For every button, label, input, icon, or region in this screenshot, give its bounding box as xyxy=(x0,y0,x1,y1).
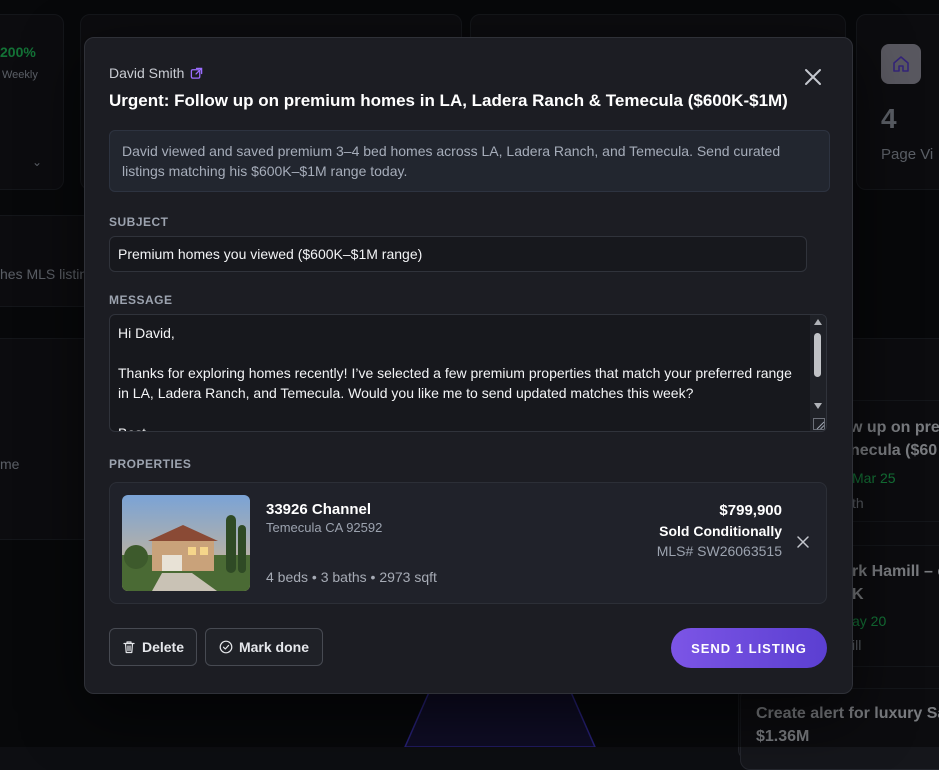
contact-name[interactable]: David Smith xyxy=(109,65,184,81)
trash-icon xyxy=(123,641,135,654)
external-link-icon[interactable] xyxy=(190,67,203,80)
property-mls: MLS# SW26063515 xyxy=(656,543,782,559)
message-scrollbar[interactable] xyxy=(810,315,826,431)
property-status: Sold Conditionally xyxy=(659,523,782,539)
scroll-down-arrow-icon[interactable] xyxy=(814,403,822,409)
property-specs: 4 beds • 3 baths • 2973 sqft xyxy=(266,569,437,585)
close-icon[interactable] xyxy=(801,65,825,89)
property-details: $799,900 Sold Conditionally MLS# SW26063… xyxy=(657,501,782,561)
mark-done-button[interactable]: Mark done xyxy=(205,628,323,666)
send-listing-button[interactable]: SEND 1 LISTING xyxy=(671,628,827,668)
property-city: Temecula CA 92592 xyxy=(266,520,383,535)
send-listing-label: SEND 1 LISTING xyxy=(691,640,807,656)
subject-value: Premium homes you viewed ($600K–$1M rang… xyxy=(118,246,423,262)
message-label: MESSAGE xyxy=(109,293,173,307)
scroll-up-arrow-icon[interactable] xyxy=(814,319,822,325)
contact-row: David Smith xyxy=(109,65,203,81)
subject-input[interactable]: Premium homes you viewed ($600K–$1M rang… xyxy=(109,236,807,272)
delete-button[interactable]: Delete xyxy=(109,628,197,666)
scroll-thumb[interactable] xyxy=(814,333,821,377)
resize-handle-icon[interactable] xyxy=(813,418,825,430)
message-value: Hi David, Thanks for exploring homes rec… xyxy=(118,325,792,431)
property-card[interactable]: 33926 Channel Temecula CA 92592 4 beds •… xyxy=(109,482,827,604)
subject-label: SUBJECT xyxy=(109,215,169,229)
check-circle-icon xyxy=(219,640,233,654)
message-textarea[interactable]: Hi David, Thanks for exploring homes rec… xyxy=(109,314,827,432)
property-street[interactable]: 33926 Channel xyxy=(266,501,371,518)
properties-label: PROPERTIES xyxy=(109,457,192,471)
follow-up-modal: David Smith Urgent: Follow up on premium… xyxy=(84,37,853,694)
remove-property-icon[interactable] xyxy=(796,535,810,549)
property-photo xyxy=(122,495,250,591)
property-price: $799,900 xyxy=(719,502,782,519)
mark-done-label: Mark done xyxy=(238,639,309,655)
task-summary: David viewed and saved premium 3–4 bed h… xyxy=(109,130,830,192)
delete-label: Delete xyxy=(141,639,185,655)
modal-title: Urgent: Follow up on premium homes in LA… xyxy=(109,91,788,110)
